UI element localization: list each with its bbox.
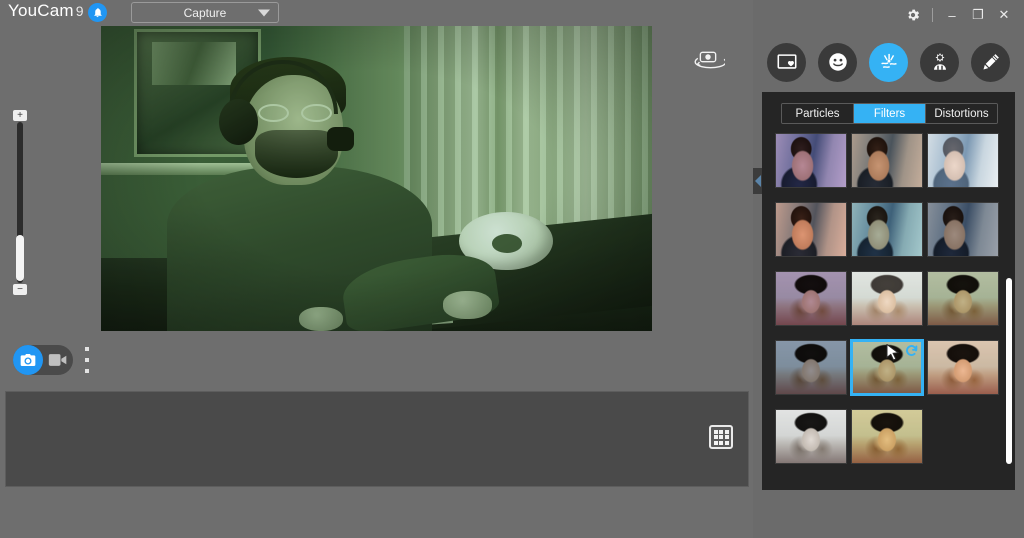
filter-thumbnail[interactable] (775, 271, 847, 326)
camcorder-icon[interactable] (48, 353, 68, 367)
effect-tab-emotions[interactable] (818, 42, 857, 82)
effect-tab-effects[interactable] (869, 42, 908, 82)
subtab-distortions[interactable]: Distortions (926, 104, 997, 123)
app-title: YouCam 9 (8, 1, 84, 21)
filter-thumbnail[interactable] (851, 271, 923, 326)
capture-dropdown[interactable]: Capture (131, 2, 279, 23)
panel-scrollbar[interactable] (1006, 278, 1012, 464)
webcam-video-frame (101, 26, 652, 331)
chevron-left-icon (755, 175, 761, 187)
subtab-particles[interactable]: Particles (782, 104, 854, 123)
filter-thumbnail[interactable] (775, 409, 847, 464)
filter-thumbnail[interactable] (775, 340, 847, 395)
webcam-preview[interactable] (101, 26, 652, 331)
filter-thumbnail[interactable] (851, 202, 923, 257)
camera-icon[interactable] (13, 345, 43, 375)
chevron-down-icon (258, 9, 270, 16)
zoom-out-button[interactable]: − (13, 284, 27, 295)
capture-dropdown-value: Capture (183, 5, 227, 20)
effect-tab-draw[interactable] (971, 42, 1010, 82)
divider (932, 8, 933, 22)
filter-thumbnail-grid (775, 133, 1003, 481)
app-version: 9 (75, 3, 84, 19)
control-bar (0, 335, 753, 385)
effect-category-tabs (753, 37, 1024, 87)
zoom-in-button[interactable]: + (13, 110, 27, 121)
maximize-button[interactable]: ❐ (965, 4, 991, 26)
effect-tab-avatars[interactable] (920, 42, 959, 82)
more-vertical-icon[interactable] (85, 347, 91, 373)
main-area: YouCam 9 Capture + − (0, 0, 753, 538)
bottom-bar: U Meeting Go (0, 489, 753, 538)
effect-subtabs: Particles Filters Distortions (781, 103, 998, 124)
zoom-slider[interactable]: + − (13, 110, 27, 295)
filter-thumbnail[interactable] (775, 133, 847, 188)
filter-thumbnail[interactable] (927, 271, 999, 326)
preview-area: + − (0, 25, 753, 335)
filter-thumbnail[interactable] (851, 133, 923, 188)
app-title-text: YouCam (8, 1, 74, 20)
filter-thumbnail-selected[interactable] (851, 340, 923, 395)
bell-icon[interactable] (88, 3, 107, 22)
filter-thumbnail[interactable] (927, 202, 999, 257)
filter-thumbnail[interactable] (927, 340, 999, 395)
capture-mode-toggle[interactable] (13, 345, 73, 375)
effects-panel: – ❐ ✕ Particles Filters Distortions (753, 0, 1024, 538)
effects-panel-body: Particles Filters Distortions (762, 92, 1015, 490)
grid-icon[interactable] (709, 425, 733, 449)
gear-icon[interactable] (900, 4, 926, 26)
filter-thumbnail[interactable] (851, 409, 923, 464)
refresh-icon[interactable] (904, 343, 919, 358)
zoom-slider-thumb[interactable] (16, 235, 24, 281)
titlebar: YouCam 9 Capture (0, 0, 753, 25)
minimize-button[interactable]: – (939, 4, 965, 26)
youcam-window: YouCam 9 Capture + − – ❐ ✕ Particles Fil… (0, 0, 1024, 538)
window-controls: – ❐ ✕ (900, 4, 1017, 26)
filter-thumbnail[interactable] (927, 133, 999, 188)
subtab-filters[interactable]: Filters (854, 104, 926, 123)
close-button[interactable]: ✕ (991, 4, 1017, 26)
media-tray[interactable] (5, 391, 749, 487)
filter-thumbnail[interactable] (775, 202, 847, 257)
camera-rotate-icon[interactable] (691, 45, 727, 75)
effect-tab-scenes[interactable] (767, 42, 806, 82)
